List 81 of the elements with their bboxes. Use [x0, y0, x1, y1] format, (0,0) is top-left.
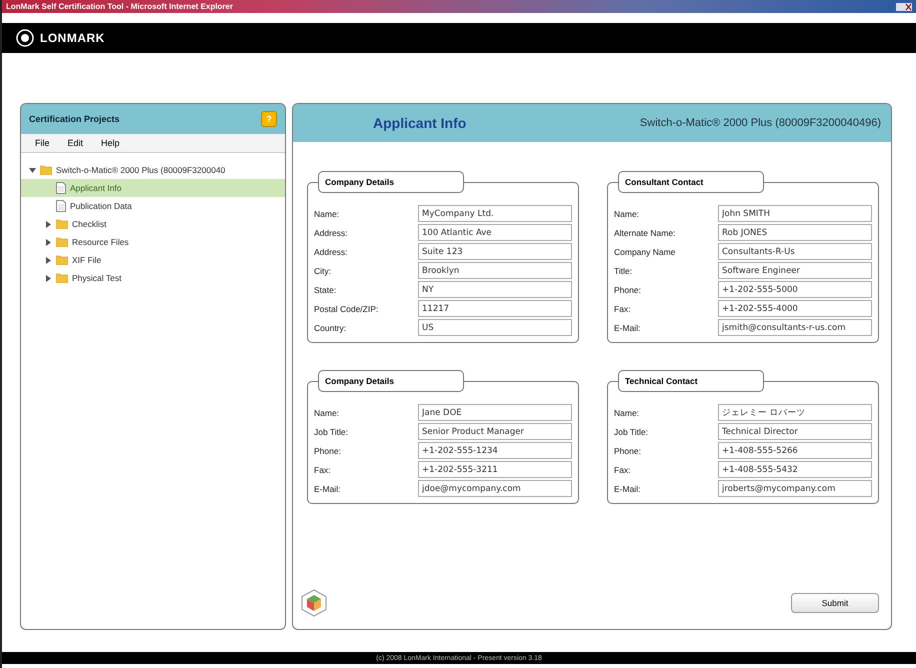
document-icon: [56, 182, 66, 194]
field-label: Fax:: [614, 464, 632, 474]
field-label: Job Title:: [314, 426, 350, 436]
device-title: Switch-o-Matic® 2000 Plus (80009F3200040496): [640, 117, 881, 129]
text-field[interactable]: +1-202-555-4000: [718, 300, 872, 317]
field-label: Postal Code/ZIP:: [314, 304, 380, 314]
text-field[interactable]: +1-202-555-5000: [718, 281, 872, 298]
text-field[interactable]: Software Engineer: [718, 262, 872, 279]
tree-item[interactable]: Switch-o-Matic® 2000 Plus (80009F3200040: [21, 161, 285, 179]
tree-item[interactable]: Publication Data: [21, 197, 285, 215]
menu-item[interactable]: Edit: [68, 138, 84, 148]
field-label: Phone:: [614, 284, 642, 294]
text-field[interactable]: Technical Director: [718, 423, 872, 440]
field-label: Name:: [614, 408, 640, 418]
field-label: City:: [314, 266, 332, 276]
field-label: Company Name: [614, 246, 676, 256]
text-field[interactable]: Senior Product Manager: [418, 423, 572, 440]
field-label: Name:: [614, 208, 640, 218]
field-label: Title:: [614, 266, 634, 276]
logo-icon: [16, 29, 34, 47]
text-field[interactable]: Suite 123: [418, 243, 572, 260]
field-label: Phone:: [314, 446, 342, 456]
document-icon: [56, 200, 66, 212]
text-field[interactable]: jroberts@mycompany.com: [718, 480, 872, 497]
page-title: Applicant Info: [373, 115, 466, 131]
tree-item[interactable]: Physical Test: [21, 269, 285, 287]
group-title: Consultant Contact: [618, 171, 764, 193]
text-field[interactable]: MyCompany Ltd.: [418, 205, 572, 222]
text-field[interactable]: NY: [418, 281, 572, 298]
collapsed-arrow-icon[interactable]: [45, 256, 52, 264]
field-label: Phone:: [614, 446, 642, 456]
text-field[interactable]: +1-202-555-3211: [418, 461, 572, 478]
tree-item[interactable]: XIF File: [21, 251, 285, 269]
panel-title: Certification Projects: [29, 114, 120, 124]
folder-icon: [56, 273, 68, 283]
field-label: Name:: [314, 208, 340, 218]
field-label: Job Title:: [614, 426, 650, 436]
expanded-arrow-icon[interactable]: [29, 166, 36, 174]
field-label: E-Mail:: [314, 484, 342, 494]
folder-icon: [56, 237, 68, 247]
submit-button[interactable]: Submit: [791, 593, 879, 613]
text-field[interactable]: Brooklyn: [418, 262, 572, 279]
tree-item[interactable]: Checklist: [21, 215, 285, 233]
field-label: E-Mail:: [614, 322, 642, 332]
field-label: Country:: [314, 322, 348, 332]
folder-icon: [40, 165, 52, 175]
text-field[interactable]: jdoe@mycompany.com: [418, 480, 572, 497]
tree-item[interactable]: Resource Files: [21, 233, 285, 251]
field-label: Fax:: [614, 304, 632, 314]
group-title: Technical Contact: [618, 370, 764, 392]
collapsed-arrow-icon[interactable]: [45, 238, 52, 246]
text-field[interactable]: US: [418, 319, 572, 336]
field-label: Address:: [314, 246, 349, 256]
menu-item[interactable]: Help: [101, 138, 120, 148]
field-label: Fax:: [314, 464, 332, 474]
group-title: Company Details: [318, 370, 464, 392]
folder-icon: [56, 219, 68, 229]
field-label: State:: [314, 284, 338, 294]
folder-icon: [56, 255, 68, 265]
text-field[interactable]: ジェレミー ロバーツ: [718, 404, 872, 421]
text-field[interactable]: +1-408-555-5432: [718, 461, 872, 478]
group-title: Company Details: [318, 171, 464, 193]
menu-item[interactable]: File: [35, 138, 50, 148]
collapsed-arrow-icon[interactable]: [45, 220, 52, 228]
window-controls-icon[interactable]: [896, 2, 912, 10]
text-field[interactable]: 11217: [418, 300, 572, 317]
field-label: Name:: [314, 408, 340, 418]
field-label: Alternate Name:: [614, 228, 676, 238]
tree-item[interactable]: Applicant Info: [21, 179, 285, 197]
text-field[interactable]: Rob JONES: [718, 224, 872, 241]
collapsed-arrow-icon[interactable]: [45, 274, 52, 282]
text-field[interactable]: +1-202-555-1234: [418, 442, 572, 459]
logo-text: LONMARK: [40, 31, 105, 45]
text-field[interactable]: Consultants-R-Us: [718, 243, 872, 260]
cube-logo-icon: [301, 589, 327, 617]
text-field[interactable]: +1-408-555-5266: [718, 442, 872, 459]
window-title: LonMark Self Certification Tool - Microsoft Internet Explorer: [6, 2, 233, 11]
text-field[interactable]: 100 Atlantic Ave: [418, 224, 572, 241]
field-label: Address:: [314, 228, 349, 238]
text-field[interactable]: jsmith@consultants-r-us.com: [718, 319, 872, 336]
field-label: E-Mail:: [614, 484, 642, 494]
